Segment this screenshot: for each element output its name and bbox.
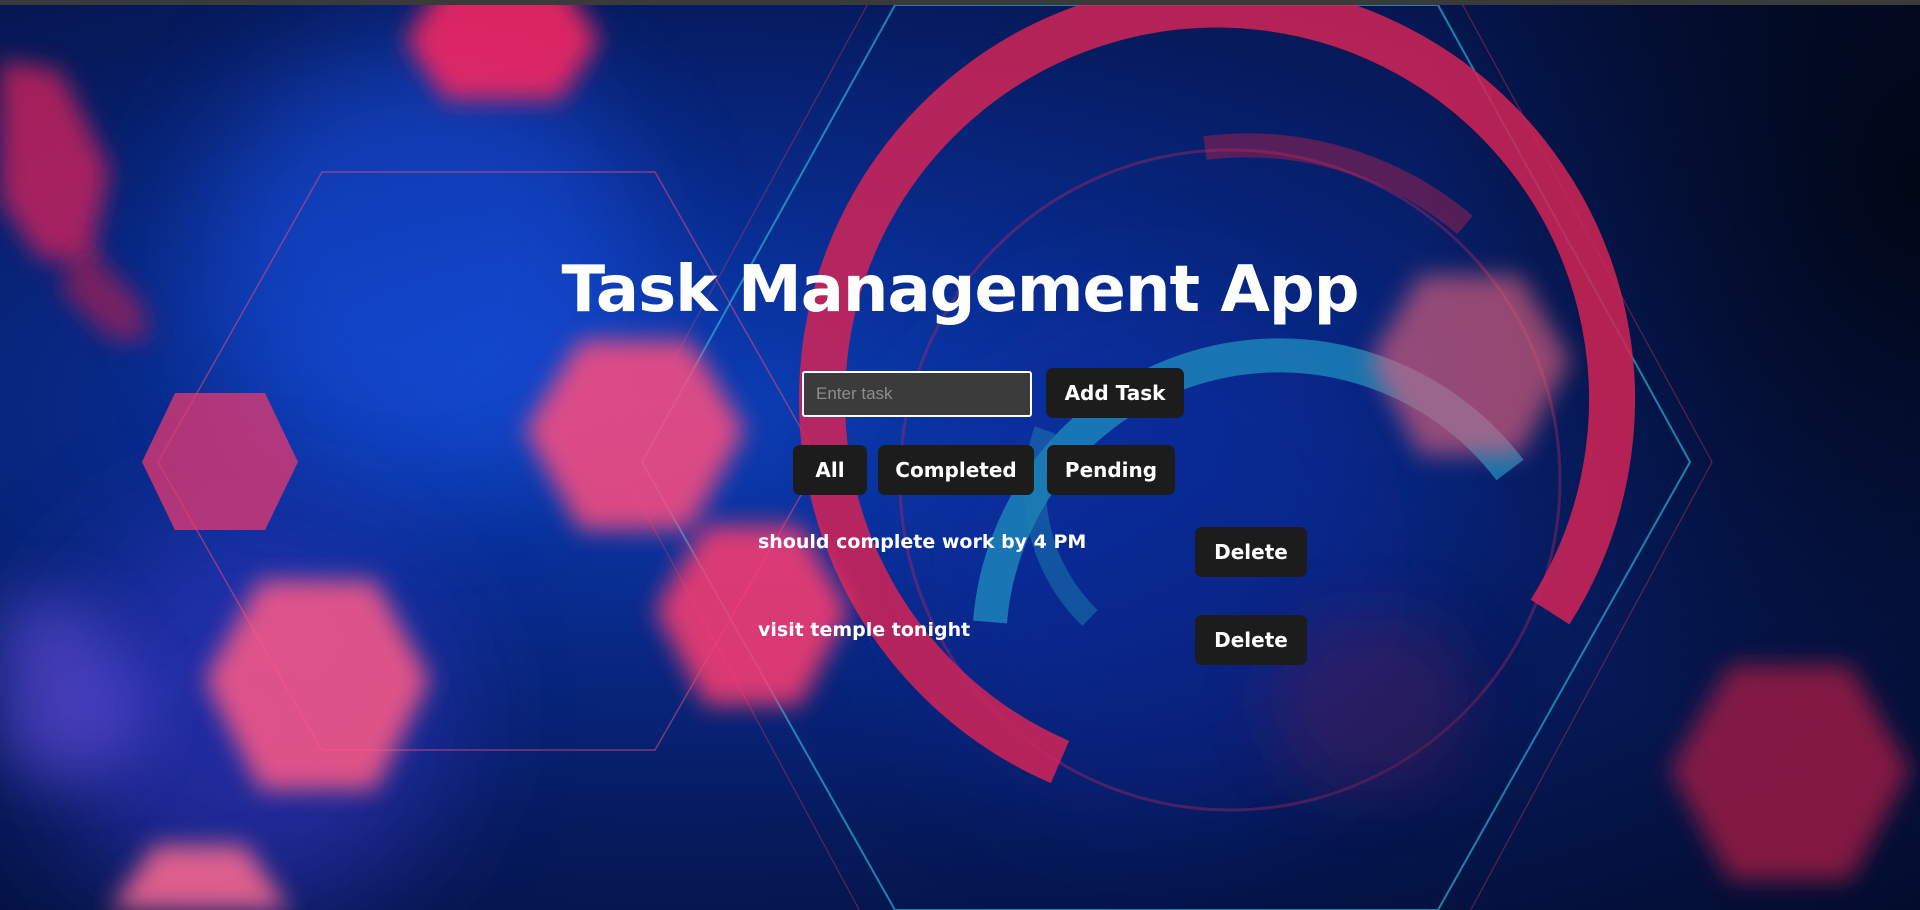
filter-all-button[interactable]: All	[793, 445, 867, 495]
browser-top-edge	[0, 0, 1920, 5]
task-text: should complete work by 4 PM	[758, 531, 1087, 553]
page-title: Task Management App	[561, 253, 1359, 327]
delete-task-button[interactable]: Delete	[1195, 527, 1307, 577]
add-task-button[interactable]: Add Task	[1046, 368, 1184, 418]
task-app: Task Management App Add Task All Complet…	[0, 0, 1920, 910]
task-item: visit temple tonight Delete	[758, 615, 1308, 671]
task-text: visit temple tonight	[758, 619, 971, 641]
delete-task-button[interactable]: Delete	[1195, 615, 1307, 665]
task-input[interactable]	[802, 371, 1032, 417]
filter-pending-button[interactable]: Pending	[1047, 445, 1175, 495]
filter-completed-button[interactable]: Completed	[878, 445, 1034, 495]
task-item: should complete work by 4 PM Delete	[758, 527, 1308, 583]
app-page: Task Management App Add Task All Complet…	[0, 0, 1920, 910]
